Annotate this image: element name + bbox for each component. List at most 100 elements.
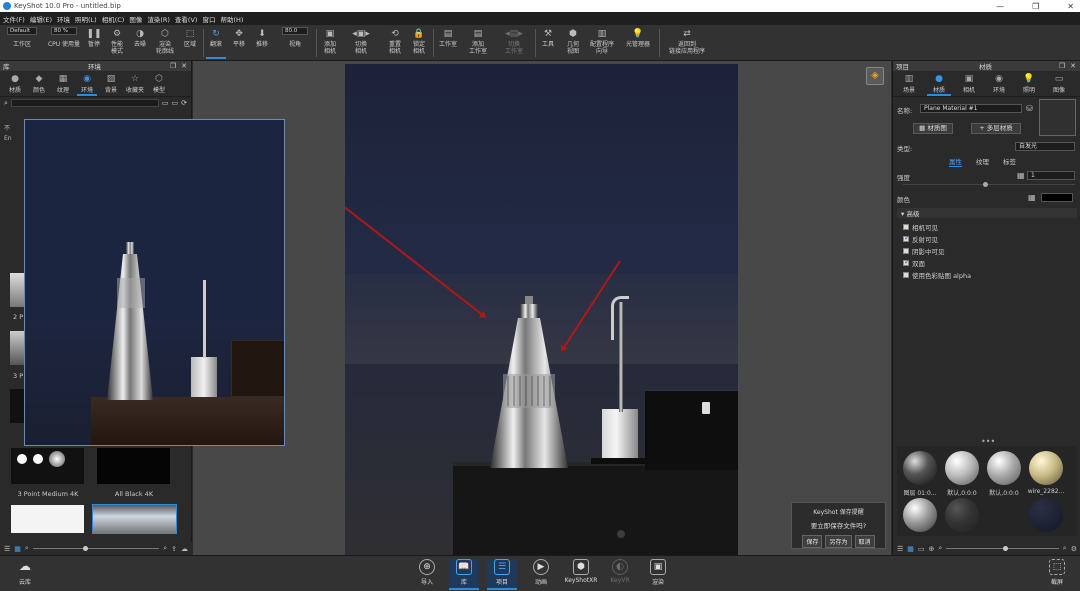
texture-map-icon[interactable]: ▦ <box>1028 193 1036 202</box>
subtab-labels[interactable]: 标签 <box>1003 156 1016 167</box>
tab-lighting[interactable]: 💡 照明 <box>1017 71 1041 96</box>
list-view-icon[interactable]: ☰ <box>897 545 903 553</box>
upload-icon[interactable]: ⇪ <box>171 545 177 553</box>
environment-thumbnail[interactable] <box>10 273 24 307</box>
two-sided-checkbox[interactable]: 双面 <box>903 258 925 268</box>
material-ball[interactable] <box>987 451 1021 485</box>
close-panel-icon[interactable]: ✕ <box>1070 62 1076 70</box>
reset-camera-button[interactable]: ⟲ 重置 相机 <box>384 27 406 59</box>
tab-materials[interactable]: ● 材质 <box>5 71 25 96</box>
add-icon[interactable]: ⊕ <box>929 545 935 553</box>
tab-environments[interactable]: ◉ 环境 <box>77 71 97 96</box>
tab-textures[interactable]: ▦ 纹理 <box>53 71 73 96</box>
list-view-icon[interactable]: ☰ <box>4 545 10 553</box>
refresh-icon[interactable]: ⟳ <box>181 99 187 107</box>
menu-edit[interactable]: 编辑(E) <box>30 14 52 24</box>
tab-colors[interactable]: ◆ 颜色 <box>29 71 49 96</box>
material-ball[interactable] <box>945 498 979 532</box>
maximize-button[interactable]: ❐ <box>1032 2 1039 11</box>
import-button[interactable]: ⊕ 导入 <box>412 559 442 586</box>
animation-button[interactable]: ▶ 动画 <box>526 559 556 586</box>
checkbox[interactable] <box>903 224 909 230</box>
tools-button[interactable]: ⚒ 工具 <box>538 27 558 59</box>
multi-layer-material-button[interactable]: + 多层材质 <box>971 123 1021 134</box>
use-color-alpha-checkbox[interactable]: 使用色彩贴图 alpha <box>903 270 971 280</box>
menu-image[interactable]: 图像 <box>129 14 142 24</box>
tab-material[interactable]: ● 材质 <box>927 71 951 96</box>
save-button[interactable]: 保存 <box>802 535 823 548</box>
material-ball[interactable] <box>1029 498 1063 532</box>
slider-knob[interactable] <box>1002 546 1008 551</box>
slider-knob[interactable] <box>83 546 89 551</box>
checkbox[interactable] <box>903 272 909 278</box>
send-to-linked-app-button[interactable]: ⇄ 返回到 链接应用程序 <box>664 27 710 59</box>
tab-scene[interactable]: ▥ 场景 <box>897 71 921 96</box>
render-preview-window[interactable] <box>24 119 285 446</box>
advanced-section-header[interactable]: ▾ 高级 <box>897 208 1077 218</box>
add-studio-button[interactable]: ▤ 添加 工作室 <box>464 27 492 59</box>
cpu-usage-field[interactable]: 80 % <box>51 27 77 35</box>
close-button[interactable]: ✕ <box>1067 2 1074 11</box>
checkbox[interactable] <box>903 258 910 266</box>
real-time-render[interactable] <box>345 64 738 555</box>
tab-backgrounds[interactable]: ▨ 背景 <box>101 71 121 96</box>
material-name-input[interactable]: Plane Material #1 <box>920 104 1022 113</box>
material-ball[interactable] <box>1029 451 1063 485</box>
environment-thumbnail-all-black[interactable] <box>97 448 170 484</box>
environment-thumbnail-3-point-medium[interactable] <box>11 448 84 484</box>
grid-view-icon[interactable]: ▦ <box>14 545 21 553</box>
close-panel-icon[interactable]: ✕ <box>181 62 187 70</box>
render-outline-button[interactable]: ⬡ 渲染 轮廓线 <box>153 27 177 59</box>
screenshot-button[interactable]: ⬚ 截屏 <box>1042 559 1072 586</box>
undock-icon[interactable]: ❐ <box>1059 62 1065 70</box>
minimize-button[interactable]: — <box>996 2 1004 11</box>
checkbox[interactable] <box>903 248 909 254</box>
cpu-usage-control[interactable]: 80 % CPU 使用量 <box>47 27 81 59</box>
intensity-slider[interactable] <box>903 182 1075 187</box>
subtab-textures[interactable]: 纹理 <box>976 156 989 167</box>
color-swatch[interactable] <box>1041 193 1073 202</box>
keyvr-button[interactable]: ◐ KeyVR <box>605 559 635 584</box>
checkbox[interactable] <box>903 234 910 242</box>
keyshotxr-button[interactable]: ⬢ KeyShotXR <box>565 559 597 584</box>
palette-size-slider[interactable] <box>946 546 1059 551</box>
save-material-icon[interactable]: ⛁ <box>1026 104 1033 113</box>
configurator-wizard-button[interactable]: ▥ 配置程序 向导 <box>588 27 616 59</box>
environment-thumbnail[interactable] <box>11 505 84 533</box>
tab-environment[interactable]: ◉ 环境 <box>987 71 1011 96</box>
environment-thumbnail[interactable] <box>10 389 24 423</box>
menu-camera[interactable]: 相机(C) <box>102 14 125 24</box>
save-as-button[interactable]: 另存为 <box>825 535 852 548</box>
library-search-input[interactable] <box>10 99 159 107</box>
drag-handle-icon[interactable]: ••• <box>981 437 995 446</box>
lock-camera-button[interactable]: 🔒 锁定 相机 <box>408 27 430 59</box>
denoise-button[interactable]: ◑ 去噪 <box>131 27 149 59</box>
material-graph-button[interactable]: ▦ 材质图 <box>913 123 953 134</box>
tab-models[interactable]: ⬡ 模型 <box>149 71 169 96</box>
menu-lighting[interactable]: 照明(L) <box>75 14 97 24</box>
tumble-button[interactable]: ↻ 翻滚 <box>206 27 226 59</box>
reflection-visible-checkbox[interactable]: 反射可见 <box>903 234 938 244</box>
library-button[interactable]: 📖 库 <box>449 559 479 590</box>
tab-image[interactable]: ▭ 图像 <box>1047 71 1071 96</box>
environment-thumbnail[interactable] <box>10 331 24 365</box>
switch-camera-button[interactable]: ◂▣▸ 切换 相机 <box>347 27 375 59</box>
light-manager-button[interactable]: 💡 光管理器 <box>623 27 653 59</box>
folder-icon[interactable]: ▭ <box>918 545 925 553</box>
dolly-button[interactable]: ⬇ 推移 <box>252 27 272 59</box>
menu-environment[interactable]: 环境 <box>57 14 70 24</box>
menu-window[interactable]: 窗口 <box>202 14 215 24</box>
material-type-dropdown[interactable]: 自发光 <box>1015 142 1075 151</box>
material-ball[interactable] <box>945 451 979 485</box>
cancel-button[interactable]: 取消 <box>854 535 875 548</box>
material-ball[interactable] <box>903 498 937 532</box>
tab-camera[interactable]: ▣ 相机 <box>957 71 981 96</box>
workspace-control[interactable]: Default 工作区 <box>6 27 38 59</box>
material-preview-swatch[interactable] <box>1039 99 1076 136</box>
settings-icon[interactable]: ⚙ <box>1071 545 1077 553</box>
thumbnail-size-slider[interactable] <box>32 546 160 551</box>
fov-control[interactable]: 80.0 视角 <box>278 27 312 59</box>
material-ball[interactable] <box>903 451 937 485</box>
undock-icon[interactable]: ❐ <box>170 62 176 70</box>
geometry-view-button[interactable]: ⬢ 几何 视图 <box>562 27 584 59</box>
